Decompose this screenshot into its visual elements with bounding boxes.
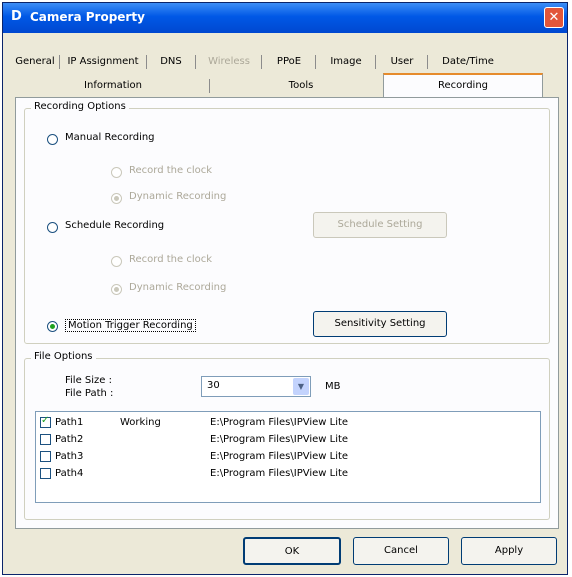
ok-button[interactable]: OK — [243, 537, 341, 565]
tab-user[interactable]: User — [381, 51, 423, 73]
file-size-label: File Size : — [65, 375, 112, 386]
list-item[interactable]: Path1 Working E:\Program Files\IPView Li… — [36, 415, 540, 430]
tab-row-top: General IP Assignment DNS Wireless PPoE … — [13, 51, 561, 73]
list-item[interactable]: Path3 E:\Program Files\IPView Lite — [36, 450, 540, 464]
tab-divider — [195, 55, 196, 69]
file-path-list[interactable]: Path1 Working E:\Program Files\IPView Li… — [35, 411, 541, 503]
cancel-button[interactable]: Cancel — [353, 537, 449, 565]
tab-divider — [59, 55, 60, 69]
path-location: E:\Program Files\IPView Lite — [210, 468, 349, 479]
tab-divider — [209, 79, 210, 93]
file-size-select[interactable]: 30 ▼ — [201, 376, 311, 397]
schedule-recording-label[interactable]: Schedule Recording — [65, 220, 164, 231]
recording-tab-panel: Recording Options Manual Recording Recor… — [15, 97, 559, 529]
sensitivity-setting-button[interactable]: Sensitivity Setting — [313, 311, 447, 337]
manual-dynamic-recording-radio[interactable] — [111, 193, 122, 204]
schedule-recording-radio[interactable] — [47, 222, 58, 233]
schedule-dynamic-recording-radio[interactable] — [111, 284, 122, 295]
tab-divider — [375, 55, 376, 69]
path2-checkbox[interactable] — [40, 434, 51, 445]
tab-information[interactable]: Information — [53, 75, 173, 97]
window-title: Camera Property — [30, 10, 145, 24]
path-name: Path1 — [55, 417, 84, 428]
tab-ppoe[interactable]: PPoE — [267, 51, 311, 73]
path1-checkbox[interactable] — [40, 415, 51, 428]
tab-tools[interactable]: Tools — [241, 75, 361, 97]
path3-checkbox[interactable] — [40, 451, 51, 462]
tab-divider — [261, 55, 262, 69]
tab-divider — [315, 55, 316, 69]
app-logo-icon: D — [11, 9, 22, 24]
path-name: Path3 — [55, 451, 84, 462]
tab-date-time[interactable]: Date/Time — [433, 51, 503, 73]
file-options-label: File Options — [31, 351, 96, 362]
list-item[interactable]: Path4 E:\Program Files\IPView Lite — [36, 467, 540, 481]
schedule-dynamic-recording-label[interactable]: Dynamic Recording — [129, 282, 226, 293]
apply-button[interactable]: Apply — [461, 537, 557, 565]
schedule-setting-button[interactable]: Schedule Setting — [313, 212, 447, 238]
list-item[interactable]: Path2 E:\Program Files\IPView Lite — [36, 433, 540, 447]
title-bar[interactable]: D Camera Property ✕ — [3, 3, 567, 33]
path-status: Working — [120, 417, 161, 428]
manual-record-clock-label[interactable]: Record the clock — [129, 165, 212, 176]
tab-dns[interactable]: DNS — [151, 51, 191, 73]
tab-recording[interactable]: Recording — [383, 73, 543, 97]
schedule-record-clock-label[interactable]: Record the clock — [129, 254, 212, 265]
chevron-down-icon[interactable]: ▼ — [293, 378, 309, 395]
file-path-label: File Path : — [65, 388, 114, 399]
tab-ip-assignment[interactable]: IP Assignment — [63, 51, 143, 73]
tab-image[interactable]: Image — [321, 51, 371, 73]
path-location: E:\Program Files\IPView Lite — [210, 451, 349, 462]
manual-dynamic-recording-label[interactable]: Dynamic Recording — [129, 191, 226, 202]
tab-row-bottom: Information Tools Recording — [13, 73, 561, 97]
recording-options-group: Recording Options Manual Recording Recor… — [24, 101, 550, 344]
path-name: Path4 — [55, 468, 84, 479]
recording-options-label: Recording Options — [31, 101, 129, 112]
path-name: Path2 — [55, 434, 84, 445]
manual-record-clock-radio[interactable] — [111, 167, 122, 178]
close-button[interactable]: ✕ — [544, 7, 564, 28]
camera-property-dialog: D Camera Property ✕ General IP Assignmen… — [2, 2, 568, 575]
path-location: E:\Program Files\IPView Lite — [210, 434, 349, 445]
schedule-record-clock-radio[interactable] — [111, 256, 122, 267]
file-options-group: File Options File Size : File Path : 30 … — [24, 351, 550, 520]
tab-divider — [427, 55, 428, 69]
tab-general[interactable]: General — [13, 51, 57, 73]
file-size-value: 30 — [207, 380, 220, 391]
tab-wireless[interactable]: Wireless — [201, 51, 257, 73]
file-size-unit: MB — [325, 381, 341, 392]
tab-divider — [146, 55, 147, 69]
path4-checkbox[interactable] — [40, 468, 51, 479]
motion-trigger-recording-label[interactable]: Motion Trigger Recording — [65, 319, 196, 332]
motion-trigger-recording-radio[interactable] — [47, 321, 58, 332]
manual-recording-radio[interactable] — [47, 134, 58, 145]
manual-recording-label[interactable]: Manual Recording — [65, 132, 155, 143]
path-location: E:\Program Files\IPView Lite — [210, 417, 349, 428]
